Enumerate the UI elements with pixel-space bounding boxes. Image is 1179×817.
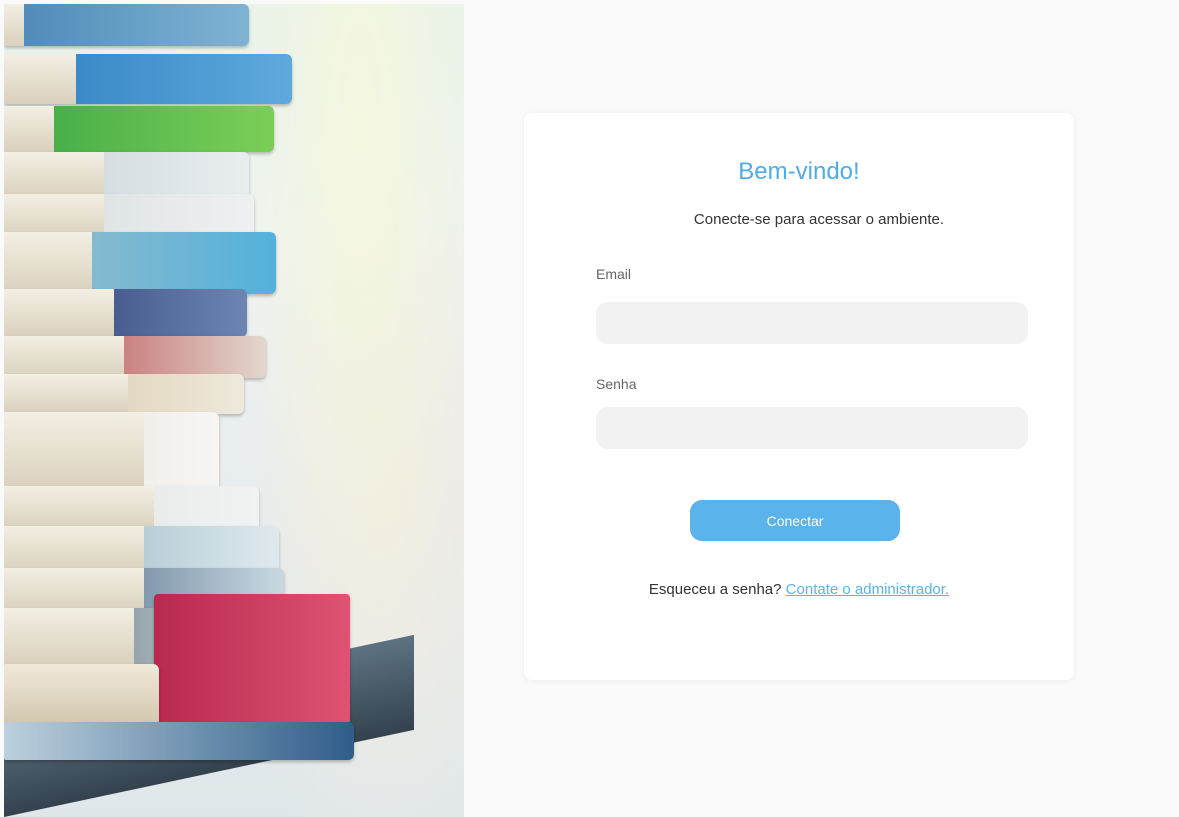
forgot-password-text: Esqueceu a senha? <box>648 581 782 598</box>
books-hero-image <box>4 4 464 817</box>
book <box>4 526 279 572</box>
book <box>4 106 274 152</box>
book <box>4 722 354 760</box>
page-title: Bem-vindo! <box>738 158 860 185</box>
book <box>4 336 266 378</box>
page-subtitle: Conecte-se para acessar o ambiente. <box>693 211 945 228</box>
book <box>4 664 159 726</box>
book <box>4 4 249 46</box>
book <box>4 412 219 490</box>
login-card: Bem-vindo! Conecte-se para acessar o amb… <box>524 113 1074 680</box>
connect-button[interactable]: Conectar <box>690 500 900 541</box>
login-page: Bem-vindo! Conecte-se para acessar o amb… <box>0 0 1179 817</box>
contact-admin-link[interactable]: Contate o administrador. <box>786 581 949 598</box>
password-field[interactable] <box>596 407 1028 449</box>
book <box>4 374 244 414</box>
book <box>154 594 350 724</box>
forgot-password-row: Esqueceu a senha? Contate o administrado… <box>524 581 1074 598</box>
book <box>4 486 259 530</box>
book <box>4 152 249 198</box>
password-label: Senha <box>596 376 637 392</box>
email-label: Email <box>596 266 632 282</box>
book <box>4 54 292 104</box>
book <box>4 232 276 294</box>
book <box>4 289 247 337</box>
email-field[interactable] <box>596 302 1028 344</box>
